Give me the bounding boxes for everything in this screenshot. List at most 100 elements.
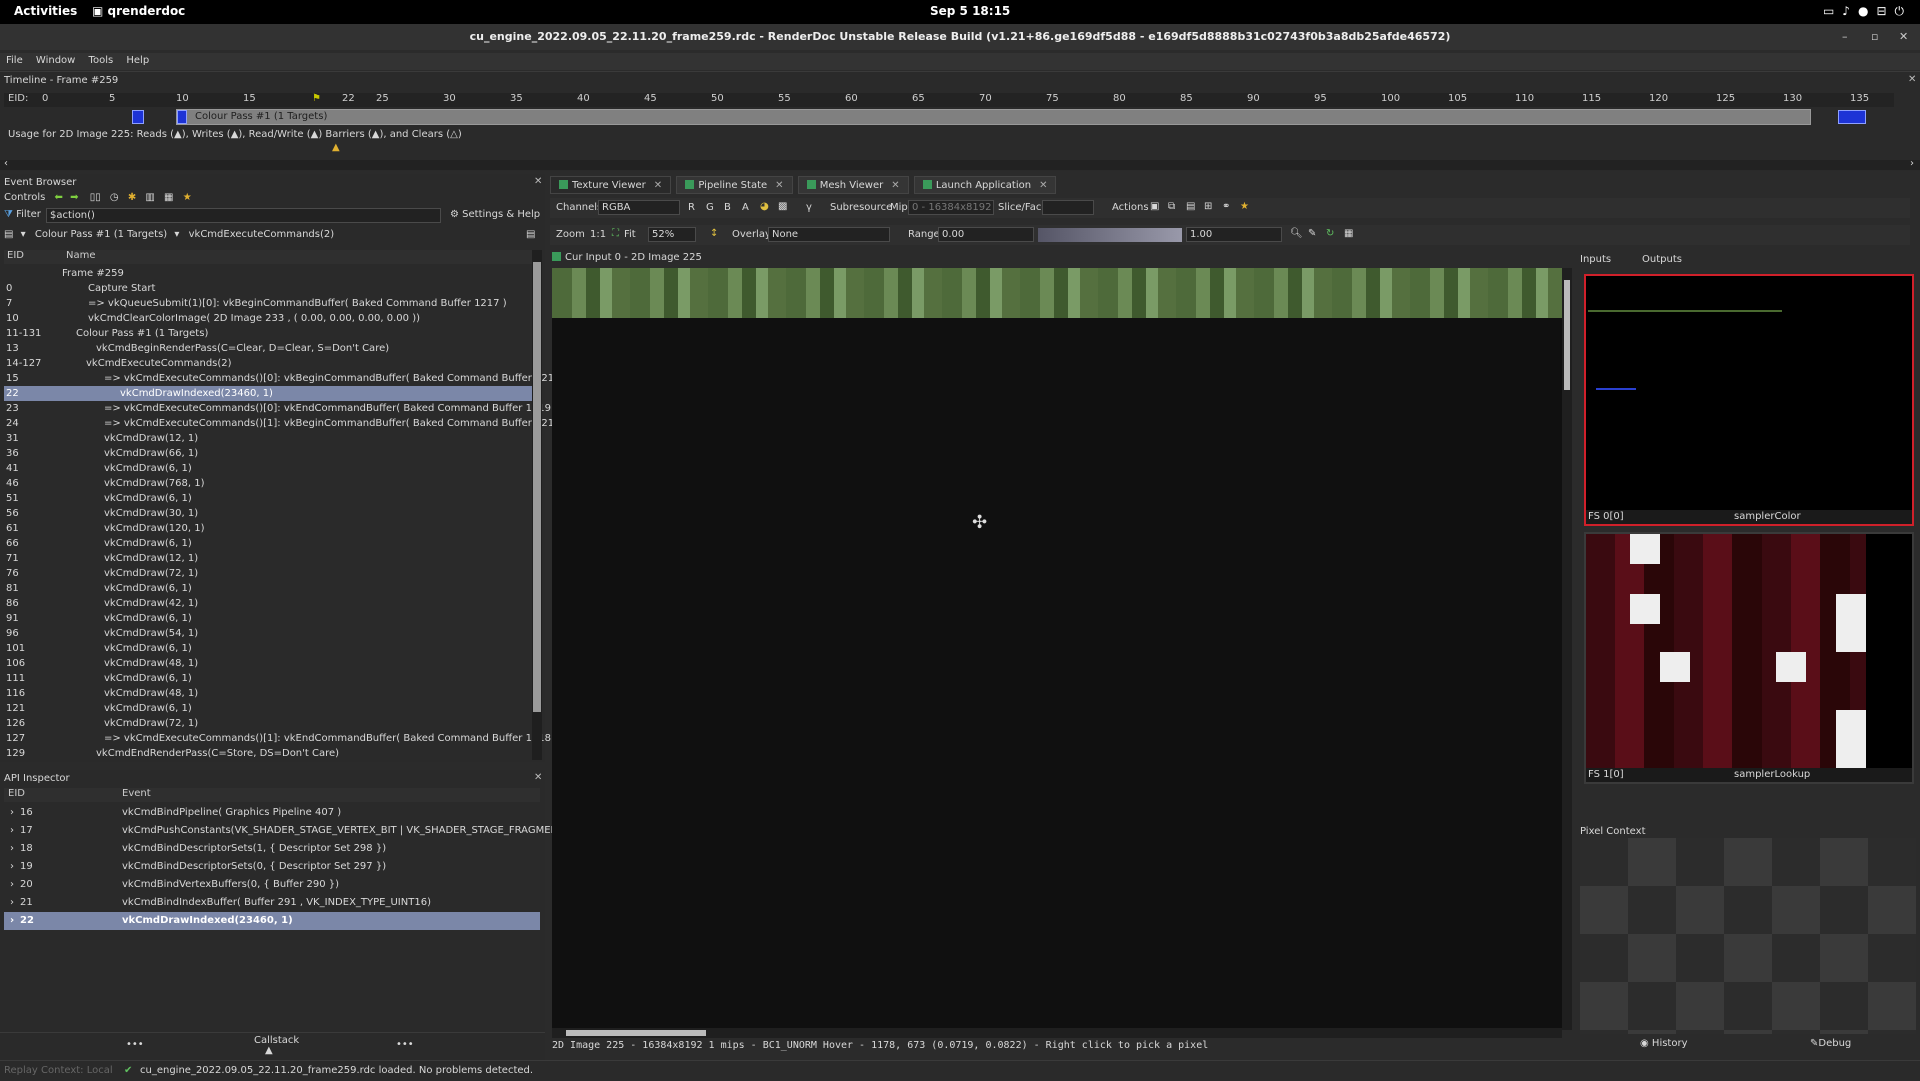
- color-wheel-icon[interactable]: ◕: [760, 201, 769, 212]
- api-row[interactable]: › 20 vkCmdBindVertexBuffers(0, { Buffer 29…: [4, 876, 540, 894]
- timeline-pass-bar[interactable]: Colour Pass #1 (1 Targets): [176, 109, 1811, 125]
- event-row[interactable]: 66 vkCmdDraw(6, 1): [4, 536, 532, 551]
- event-row[interactable]: 0 Capture Start: [4, 281, 532, 296]
- event-row[interactable]: 61 vkCmdDraw(120, 1): [4, 521, 532, 536]
- api-row[interactable]: › 21 vkCmdBindIndexBuffer( Buffer 291 , VK…: [4, 894, 540, 912]
- api-row[interactable]: › 22 vkCmdDrawIndexed(23460, 1): [4, 912, 540, 930]
- event-row[interactable]: 10 vkCmdClearColorImage( 2D Image 233 , (…: [4, 311, 532, 326]
- event-row[interactable]: 116 vkCmdDraw(48, 1): [4, 686, 532, 701]
- breadcrumb-root-icon[interactable]: ▤: [4, 229, 13, 240]
- tab-close-icon[interactable]: ✕: [775, 180, 783, 191]
- input-thumbnail-samplerlookup[interactable]: FS 1[0] samplerLookup: [1584, 532, 1914, 784]
- menu-tools[interactable]: Tools: [83, 53, 118, 66]
- col-eid[interactable]: EID: [7, 250, 24, 261]
- event-browser-close-icon[interactable]: ✕: [534, 176, 542, 187]
- overlay-select[interactable]: None: [768, 227, 890, 242]
- event-row[interactable]: 71 vkCmdDraw(12, 1): [4, 551, 532, 566]
- breadcrumb-cmd[interactable]: vkCmdExecuteCommands(2): [189, 229, 335, 240]
- clock[interactable]: Sep 5 18:15: [930, 4, 1010, 18]
- tab-mesh-viewer[interactable]: Mesh Viewer ✕: [797, 176, 909, 194]
- breadcrumb-dropdown-icon[interactable]: ▾: [174, 229, 179, 240]
- tab-texture-viewer[interactable]: Texture Viewer ✕: [550, 176, 672, 194]
- activities-button[interactable]: Activities: [14, 4, 77, 18]
- api-row[interactable]: › 16 vkCmdBindPipeline( Graphics Pipeline …: [4, 804, 540, 822]
- flip-icon[interactable]: ↕: [710, 228, 718, 239]
- bookmark-list-icon[interactable]: ▤: [526, 229, 535, 240]
- scroll-left-icon[interactable]: ‹: [4, 158, 8, 169]
- zoom-1to1-button[interactable]: 1:1: [590, 229, 606, 240]
- favorite-icon[interactable]: ★: [1240, 201, 1249, 212]
- open-icon[interactable]: ▤: [1186, 201, 1195, 212]
- event-row[interactable]: 36 vkCmdDraw(66, 1): [4, 446, 532, 461]
- back-arrow-icon[interactable]: ⬅: [55, 192, 63, 203]
- goto-icon[interactable]: ⊞: [1204, 201, 1212, 212]
- scroll-thumb[interactable]: [533, 262, 541, 712]
- event-row[interactable]: 111 vkCmdDraw(6, 1): [4, 671, 532, 686]
- tab-close-icon[interactable]: ✕: [891, 180, 899, 191]
- event-row[interactable]: 127 => vkCmdExecuteCommands()[1]: vkEndCo…: [4, 731, 558, 746]
- expand-chevron-icon[interactable]: ›: [10, 804, 14, 822]
- system-tray[interactable]: ▭♪●⊟⏻: [1823, 4, 1912, 19]
- event-row[interactable]: 31 vkCmdDraw(12, 1): [4, 431, 532, 446]
- expand-chevron-icon[interactable]: ›: [10, 876, 14, 894]
- tab-outputs[interactable]: Outputs: [1642, 254, 1682, 265]
- zoom-range-icon[interactable]: 🔍︎: [1290, 228, 1303, 239]
- event-row[interactable]: 7 => vkQueueSubmit(1)[0]: vkBeginCommandB…: [4, 296, 532, 311]
- scroll-thumb[interactable]: [566, 1030, 706, 1036]
- gamma-toggle[interactable]: γ: [806, 202, 812, 213]
- stats-icon[interactable]: ▥: [145, 192, 154, 203]
- input-thumbnail-samplercolor[interactable]: FS 0[0] samplerColor: [1584, 274, 1914, 526]
- tab-launch-application[interactable]: Launch Application ✕: [913, 176, 1057, 194]
- settings-help-button[interactable]: ⚙ Settings & Help: [450, 209, 540, 220]
- fit-button[interactable]: Fit: [624, 229, 636, 240]
- event-row[interactable]: 14-127 vkCmdExecuteCommands(2): [4, 356, 532, 371]
- scroll-right-icon[interactable]: ›: [1910, 158, 1914, 169]
- event-row[interactable]: 23 => vkCmdExecuteCommands()[0]: vkEndCom…: [4, 401, 558, 416]
- viewport-hscroll[interactable]: [552, 1028, 1562, 1038]
- fit-icon[interactable]: ⛶: [612, 228, 619, 239]
- viewport-vscroll[interactable]: [1562, 268, 1572, 1030]
- api-inspector-close-icon[interactable]: ✕: [534, 772, 542, 783]
- expand-chevron-icon[interactable]: ›: [10, 840, 14, 858]
- menu-file[interactable]: File: [0, 53, 27, 66]
- red-channel-toggle[interactable]: R: [688, 202, 695, 213]
- range-max-input[interactable]: 1.00: [1186, 227, 1282, 242]
- api-col-eid[interactable]: EID: [8, 788, 25, 799]
- event-row[interactable]: 106 vkCmdDraw(48, 1): [4, 656, 532, 671]
- api-col-event[interactable]: Event: [122, 788, 151, 799]
- slice-select[interactable]: [1042, 200, 1094, 215]
- event-row[interactable]: 56 vkCmdDraw(30, 1): [4, 506, 532, 521]
- event-row[interactable]: 86 vkCmdDraw(42, 1): [4, 596, 532, 611]
- event-row[interactable]: 24 => vkCmdExecuteCommands()[1]: vkBeginC…: [4, 416, 568, 431]
- texture-viewport[interactable]: ✣: [552, 268, 1562, 1028]
- callstack-expand-icon[interactable]: ▲: [265, 1045, 273, 1056]
- expand-chevron-icon[interactable]: ›: [10, 822, 14, 840]
- replay-context[interactable]: Replay Context: Local: [4, 1061, 113, 1081]
- event-row[interactable]: Frame #259: [4, 266, 532, 281]
- channels-select[interactable]: RGBA: [598, 200, 680, 215]
- breadcrumb-dropdown-icon[interactable]: ▾: [21, 229, 26, 240]
- scroll-thumb[interactable]: [1564, 280, 1570, 390]
- range-min-input[interactable]: 0.00: [938, 227, 1034, 242]
- link-icon[interactable]: ⚭: [1222, 201, 1230, 212]
- green-channel-toggle[interactable]: G: [706, 202, 714, 213]
- filter-input[interactable]: $action(): [46, 208, 441, 223]
- tab-pipeline-state[interactable]: Pipeline State ✕: [676, 176, 793, 194]
- checkerboard-icon[interactable]: ▩: [778, 201, 787, 212]
- event-list-scrollbar[interactable]: [532, 250, 542, 760]
- clock-icon[interactable]: ◷: [110, 192, 119, 203]
- event-row[interactable]: 126 vkCmdDraw(72, 1): [4, 716, 532, 731]
- event-row[interactable]: 96 vkCmdDraw(54, 1): [4, 626, 532, 641]
- forward-arrow-icon[interactable]: ➡: [70, 192, 78, 203]
- zoom-select[interactable]: 52%: [648, 227, 696, 242]
- alpha-channel-toggle[interactable]: A: [742, 202, 749, 213]
- menu-window[interactable]: Window: [30, 53, 79, 66]
- copy-icon[interactable]: ⧉: [1168, 201, 1175, 212]
- history-button[interactable]: ◉ History: [1640, 1038, 1688, 1049]
- save-icon[interactable]: ▣: [1150, 201, 1159, 212]
- api-row[interactable]: › 18 vkCmdBindDescriptorSets(1, { Descript…: [4, 840, 540, 858]
- expand-chevron-icon[interactable]: ›: [10, 912, 14, 930]
- tab-close-icon[interactable]: ✕: [1039, 180, 1047, 191]
- app-menu[interactable]: ▣ qrenderdoc: [92, 4, 185, 18]
- status-message[interactable]: cu_engine_2022.09.05_22.11.20_frame259.r…: [140, 1061, 533, 1081]
